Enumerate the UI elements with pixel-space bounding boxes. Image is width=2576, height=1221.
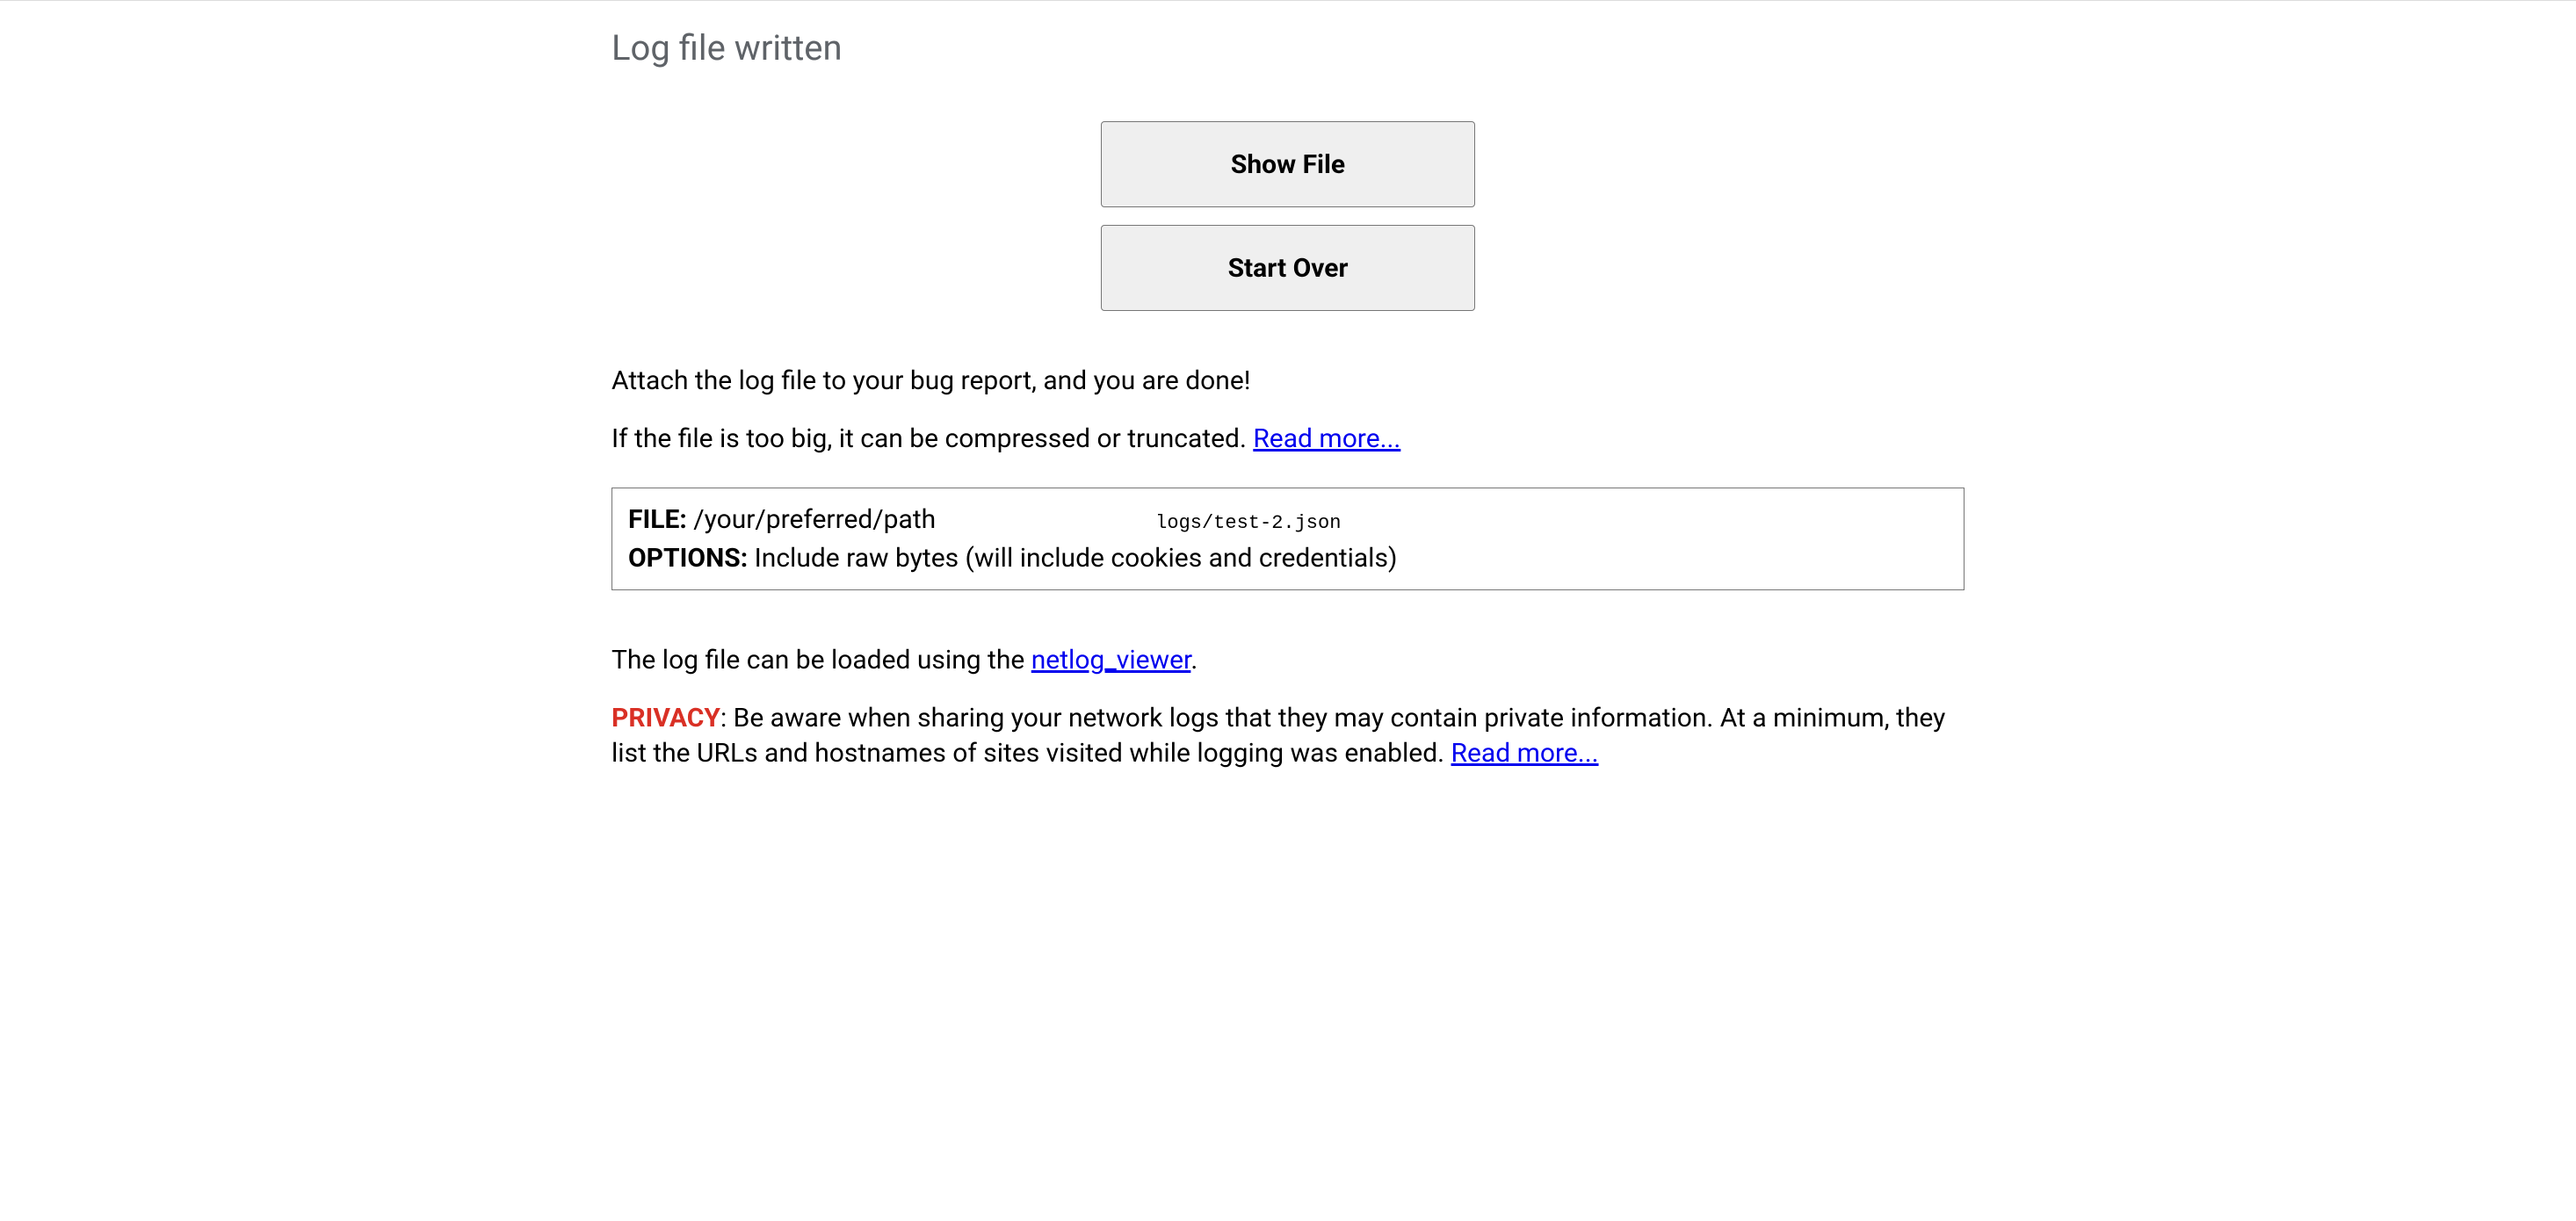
options-label: OPTIONS: xyxy=(628,543,748,574)
file-info-box: FILE: /your/preferred/path logs/test-2.js… xyxy=(611,488,1965,590)
page-title: Log file written xyxy=(611,27,1965,69)
file-line: FILE: /your/preferred/path logs/test-2.js… xyxy=(628,501,1948,539)
loaded-using-text: The log file can be loaded using the net… xyxy=(611,643,1965,679)
file-name: logs/test-2.json xyxy=(1155,512,1341,534)
start-over-button[interactable]: Start Over xyxy=(1101,225,1475,311)
main-container: Log file written Show File Start Over At… xyxy=(611,1,1965,772)
too-big-text: If the file is too big, it can be compre… xyxy=(611,423,1253,454)
file-label: FILE: xyxy=(628,504,687,535)
privacy-paragraph: PRIVACY: Be aware when sharing your netw… xyxy=(611,701,1965,772)
too-big-instruction: If the file is too big, it can be compre… xyxy=(611,422,1965,458)
show-file-row: Show File xyxy=(611,121,1965,207)
privacy-label: PRIVACY xyxy=(611,703,720,733)
attach-instruction: Attach the log file to your bug report, … xyxy=(611,364,1965,400)
options-line: OPTIONS: Include raw bytes (will include… xyxy=(628,539,1948,578)
buttons-section: Show File Start Over xyxy=(611,121,1965,311)
privacy-text: : Be aware when sharing your network log… xyxy=(611,703,1945,769)
netlog-viewer-link[interactable]: netlog_viewer xyxy=(1031,645,1191,676)
loaded-prefix: The log file can be loaded using the xyxy=(611,645,1031,676)
show-file-button[interactable]: Show File xyxy=(1101,121,1475,207)
read-more-link-1[interactable]: Read more... xyxy=(1253,423,1400,454)
file-path: /your/preferred/path xyxy=(687,504,936,535)
options-value: Include raw bytes (will include cookies … xyxy=(748,543,1397,574)
start-over-row: Start Over xyxy=(611,225,1965,311)
read-more-link-2[interactable]: Read more... xyxy=(1451,738,1599,769)
loaded-suffix: . xyxy=(1190,645,1198,676)
